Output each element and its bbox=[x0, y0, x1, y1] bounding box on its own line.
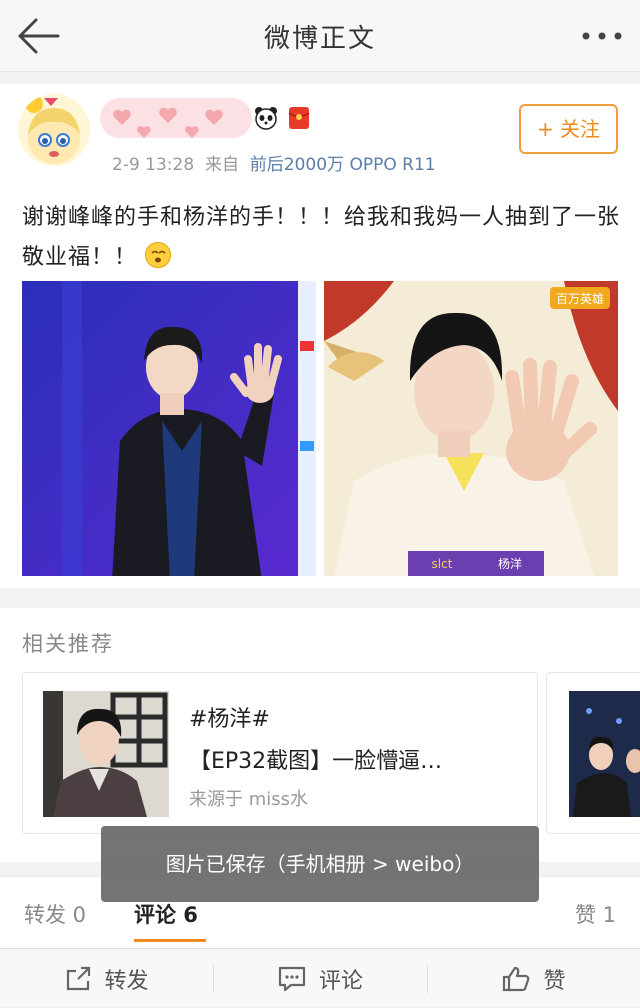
post-card: 2-9 13:28 来自 前后2000万 OPPO R11 + 关注 谢谢峰峰的… bbox=[0, 84, 640, 588]
post-text-body: 谢谢峰峰的手和杨洋的手！！！给我和我妈一人抽到了一张敬业福！！ bbox=[22, 205, 621, 270]
related-source: 来源于 miss水 bbox=[189, 789, 309, 810]
post-time: 2-9 13:28 bbox=[112, 155, 195, 175]
related-thumbnail-2 bbox=[569, 691, 640, 817]
post-image-1[interactable] bbox=[22, 281, 316, 576]
post-image-2[interactable]: 百万英雄 slct 杨洋 bbox=[324, 281, 618, 576]
thumbs-up-icon bbox=[503, 966, 530, 991]
comment-label: 评论 bbox=[318, 968, 363, 994]
username-hidden[interactable] bbox=[100, 98, 252, 138]
like-count-tab[interactable]: 赞 1 bbox=[575, 899, 616, 929]
repost-label: 转发 bbox=[104, 968, 149, 994]
avatar[interactable] bbox=[18, 94, 90, 166]
like-label: 赞 bbox=[543, 968, 566, 994]
share-icon bbox=[67, 966, 91, 990]
post-source-link[interactable]: 前后2000万 OPPO R11 bbox=[250, 155, 436, 175]
caption-left: slct bbox=[432, 557, 453, 571]
related-thumbnail bbox=[43, 691, 169, 817]
top-nav-bar: 微博正文 bbox=[0, 0, 640, 72]
repost-count-tab[interactable]: 转发 0 bbox=[24, 899, 86, 929]
emoji-icon bbox=[145, 242, 172, 268]
repost-button[interactable]: 转发 bbox=[0, 949, 213, 1008]
saved-toast: 图片已保存（手机相册 > weibo） bbox=[101, 826, 539, 902]
post-meta: 2-9 13:28 来自 前后2000万 OPPO R11 bbox=[112, 150, 436, 175]
active-tab-underline bbox=[134, 939, 206, 942]
panda-badge-icon bbox=[254, 106, 278, 130]
more-dots-icon[interactable] bbox=[580, 26, 624, 46]
related-text: 【EP32截图】一脸懵逼… bbox=[189, 749, 443, 774]
bottom-toolbar: 转发 评论 赞 bbox=[0, 948, 640, 1007]
watermark-text: 百万英雄 bbox=[556, 291, 604, 306]
related-title: 相关推荐 bbox=[22, 632, 114, 656]
page-title: 微博正文 bbox=[263, 24, 376, 54]
related-tag: #杨洋# bbox=[189, 707, 270, 732]
comment-icon bbox=[278, 966, 306, 991]
related-card-2[interactable] bbox=[546, 672, 640, 834]
related-section: 相关推荐 #杨洋# 【EP32截图】一脸懵逼… 来源于 miss水 bbox=[0, 608, 640, 862]
like-button[interactable]: 赞 bbox=[427, 949, 640, 1008]
comment-count-tab[interactable]: 评论 6 bbox=[134, 899, 198, 929]
red-packet-icon bbox=[288, 106, 310, 130]
from-label: 来自 bbox=[204, 155, 239, 175]
comment-button[interactable]: 评论 bbox=[213, 949, 427, 1008]
follow-button[interactable]: + 关注 bbox=[519, 104, 618, 154]
related-card[interactable]: #杨洋# 【EP32截图】一脸懵逼… 来源于 miss水 bbox=[22, 672, 538, 834]
post-text: 谢谢峰峰的手和杨洋的手！！！给我和我妈一人抽到了一张敬业福！！ bbox=[22, 198, 622, 278]
caption-right: 杨洋 bbox=[498, 556, 522, 571]
